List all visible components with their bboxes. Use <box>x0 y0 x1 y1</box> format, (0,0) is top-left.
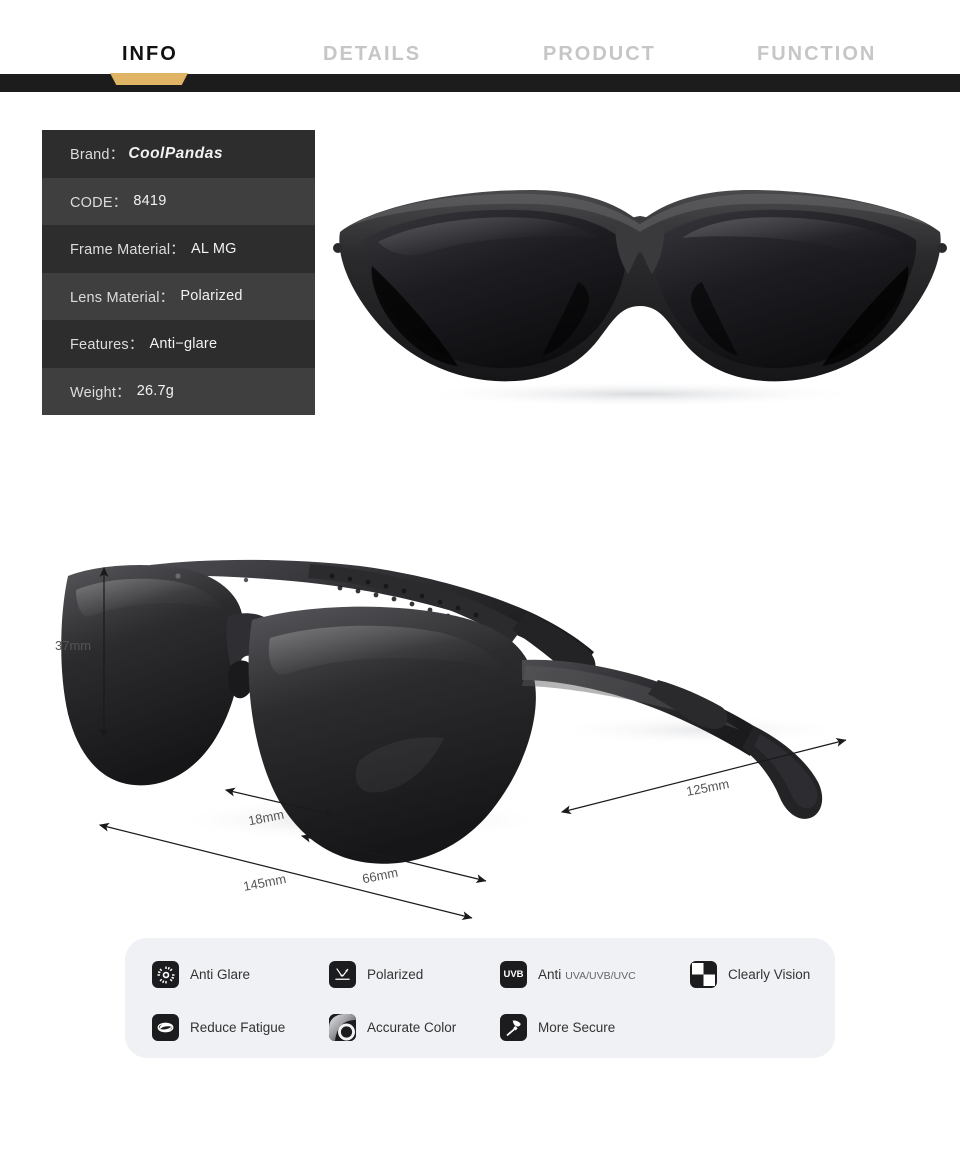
spec-value-features: Anti−glare <box>149 335 218 352</box>
spec-label-lens-material: Lens Material： <box>70 289 175 306</box>
feature-label-anti-uv: Anti UVA/UVB/UVC <box>538 967 636 982</box>
feature-accurate-color: Accurate Color <box>329 1014 456 1041</box>
dimension-label-height: 37mm <box>55 638 92 653</box>
tab-details[interactable]: DETAILS <box>323 44 421 64</box>
hammer-icon <box>500 1014 527 1041</box>
spec-row-lens-material: Lens Material： Polarized <box>42 272 315 320</box>
spec-label-features: Features： <box>70 337 144 354</box>
spec-row-weight: Weight： 26.7g <box>42 367 315 415</box>
spec-value-frame-material: AL MG <box>191 240 237 257</box>
tab-function[interactable]: FUNCTION <box>757 44 876 64</box>
feature-anti-glare: Anti Glare <box>152 961 250 988</box>
uvb-icon: UVB <box>500 961 527 988</box>
feature-label-accurate-color: Accurate Color <box>367 1020 457 1035</box>
spec-row-frame-material: Frame Material： AL MG <box>42 225 315 273</box>
feature-reduce-fatigue: Reduce Fatigue <box>152 1014 285 1041</box>
spec-value-code: 8419 <box>133 193 167 210</box>
spec-label-brand: Brand： <box>70 147 125 164</box>
feature-more-secure: More Secure <box>500 1014 615 1041</box>
spec-value-lens-material: Polarized <box>180 288 243 305</box>
uvb-badge-text: UVB <box>503 969 524 980</box>
feature-label-clearly-vision: Clearly Vision <box>728 967 811 982</box>
sun-icon <box>152 961 179 988</box>
feature-label-anti-glare: Anti Glare <box>190 967 251 982</box>
feature-label-reduce-fatigue: Reduce Fatigue <box>190 1020 286 1035</box>
feature-label-anti-uv-main: Anti <box>538 967 562 982</box>
sunglasses-front-svg <box>333 190 947 407</box>
tab-product[interactable]: PRODUCT <box>543 44 656 64</box>
spec-row-features: Features： Anti−glare <box>42 320 315 368</box>
spec-label-code: CODE： <box>70 194 128 211</box>
feature-anti-uv: UVB Anti UVA/UVB/UVC <box>500 961 636 988</box>
tab-info[interactable]: INFO <box>122 44 178 64</box>
spec-label-weight: Weight： <box>70 384 131 401</box>
product-photo-front-view <box>330 170 950 420</box>
feature-grid: Anti Glare Polarized UVB Anti UVA/UVB/UV… <box>125 938 835 1058</box>
spec-table: Brand： CoolPandas CODE： 8419 Frame Mater… <box>42 130 315 415</box>
tab-bar: INFO DETAILS PRODUCT FUNCTION <box>0 0 960 92</box>
product-detail-page: INFO DETAILS PRODUCT FUNCTION Brand： Coo… <box>0 0 960 1150</box>
checkerboard-icon <box>690 961 717 988</box>
spec-label-frame-material: Frame Material： <box>70 242 185 259</box>
dimension-lines-svg <box>98 566 847 920</box>
spec-value-brand: CoolPandas <box>128 144 223 162</box>
active-tab-indicator <box>110 73 188 85</box>
spec-row-brand: Brand： CoolPandas <box>42 130 315 178</box>
spec-value-weight: 26.7g <box>136 383 175 400</box>
feature-clearly-vision: Clearly Vision <box>690 961 810 988</box>
color-gradient-icon <box>329 1014 356 1041</box>
tab-list: INFO DETAILS PRODUCT FUNCTION <box>0 0 960 74</box>
eye-icon <box>152 1014 179 1041</box>
feature-label-more-secure: More Secure <box>538 1020 616 1035</box>
feature-polarized: Polarized <box>329 961 423 988</box>
dimension-annotations: 37mm 18mm 145mm 66mm 125mm <box>0 500 960 950</box>
feature-label-polarized: Polarized <box>367 967 424 982</box>
feature-label-anti-uv-sub: UVA/UVB/UVC <box>565 970 636 982</box>
spec-row-code: CODE： 8419 <box>42 177 315 225</box>
feature-panel: Anti Glare Polarized UVB Anti UVA/UVB/UV… <box>125 938 835 1058</box>
polarized-arrows-icon <box>329 961 356 988</box>
